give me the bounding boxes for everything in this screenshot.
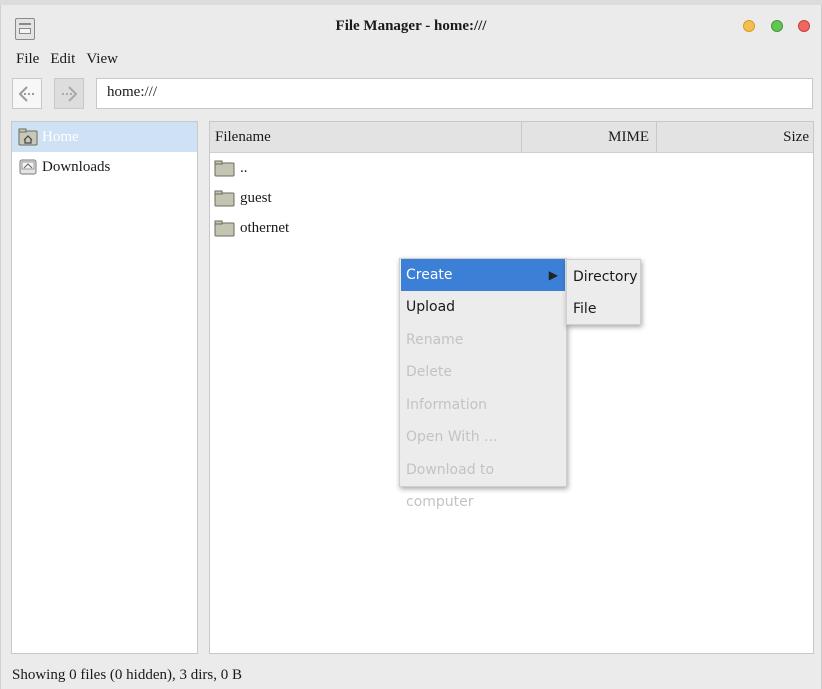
context-item-rename: Rename [406,332,464,348]
folder-icon [214,220,235,236]
context-item-delete: Delete [406,364,452,380]
back-arrow-icon [18,85,34,102]
context-item-open-with: Open With ... [406,429,498,445]
create-submenu: Directory File [566,259,641,325]
folder-icon [214,190,235,206]
menu-view[interactable]: View [86,51,118,71]
back-button[interactable] [12,78,42,109]
folder-icon [214,160,235,176]
context-item-information: Information [406,397,488,413]
context-item-label: Create [406,267,453,283]
submenu-item-file[interactable]: File [573,293,596,325]
title-bar[interactable]: File Manager - home:/// [1,5,821,47]
file-row-othernet[interactable]: othernet [214,213,289,243]
menu-edit[interactable]: Edit [50,51,75,71]
column-header-size[interactable]: Size [657,122,813,152]
sidebar-item-label: Home [42,128,79,145]
window-title: File Manager - home:/// [335,18,487,34]
places-sidebar: Home Downloads [11,121,198,654]
navigation-toolbar: home:/// [11,78,815,112]
menu-file[interactable]: File [16,51,39,71]
close-button[interactable] [798,20,810,32]
downloads-drive-icon [19,159,37,175]
home-folder-icon [18,128,38,146]
column-header-filename[interactable]: Filename [210,122,522,152]
sidebar-item-label: Downloads [42,158,111,175]
file-name: guest [240,189,272,206]
context-item-download-to-computer: Download to computer [406,462,495,510]
forward-button[interactable] [54,78,84,109]
context-item-create[interactable]: Create ▶ [401,259,565,291]
context-menu: Create ▶ Upload Rename Delete Informatio… [399,258,567,510]
submenu-arrow-icon: ▶ [548,268,558,282]
file-name: othernet [240,219,290,236]
status-bar: Showing 0 files (0 hidden), 3 dirs, 0 B [12,667,242,683]
file-row-parent[interactable]: .. [214,153,248,183]
file-list-header: Filename MIME Size [210,122,813,153]
sidebar-item-home[interactable]: Home [12,122,197,152]
menu-bar: File Edit View [16,51,118,71]
submenu-item-directory[interactable]: Directory [573,261,638,293]
sidebar-item-downloads[interactable]: Downloads [12,152,197,182]
file-name: .. [240,159,248,176]
forward-arrow-icon [62,85,78,102]
file-row-guest[interactable]: guest [214,183,272,213]
minimize-button[interactable] [743,20,755,32]
context-item-upload[interactable]: Upload [401,291,565,323]
column-header-mime[interactable]: MIME [522,122,657,152]
address-bar[interactable]: home:/// [96,78,813,109]
maximize-button[interactable] [771,20,783,32]
